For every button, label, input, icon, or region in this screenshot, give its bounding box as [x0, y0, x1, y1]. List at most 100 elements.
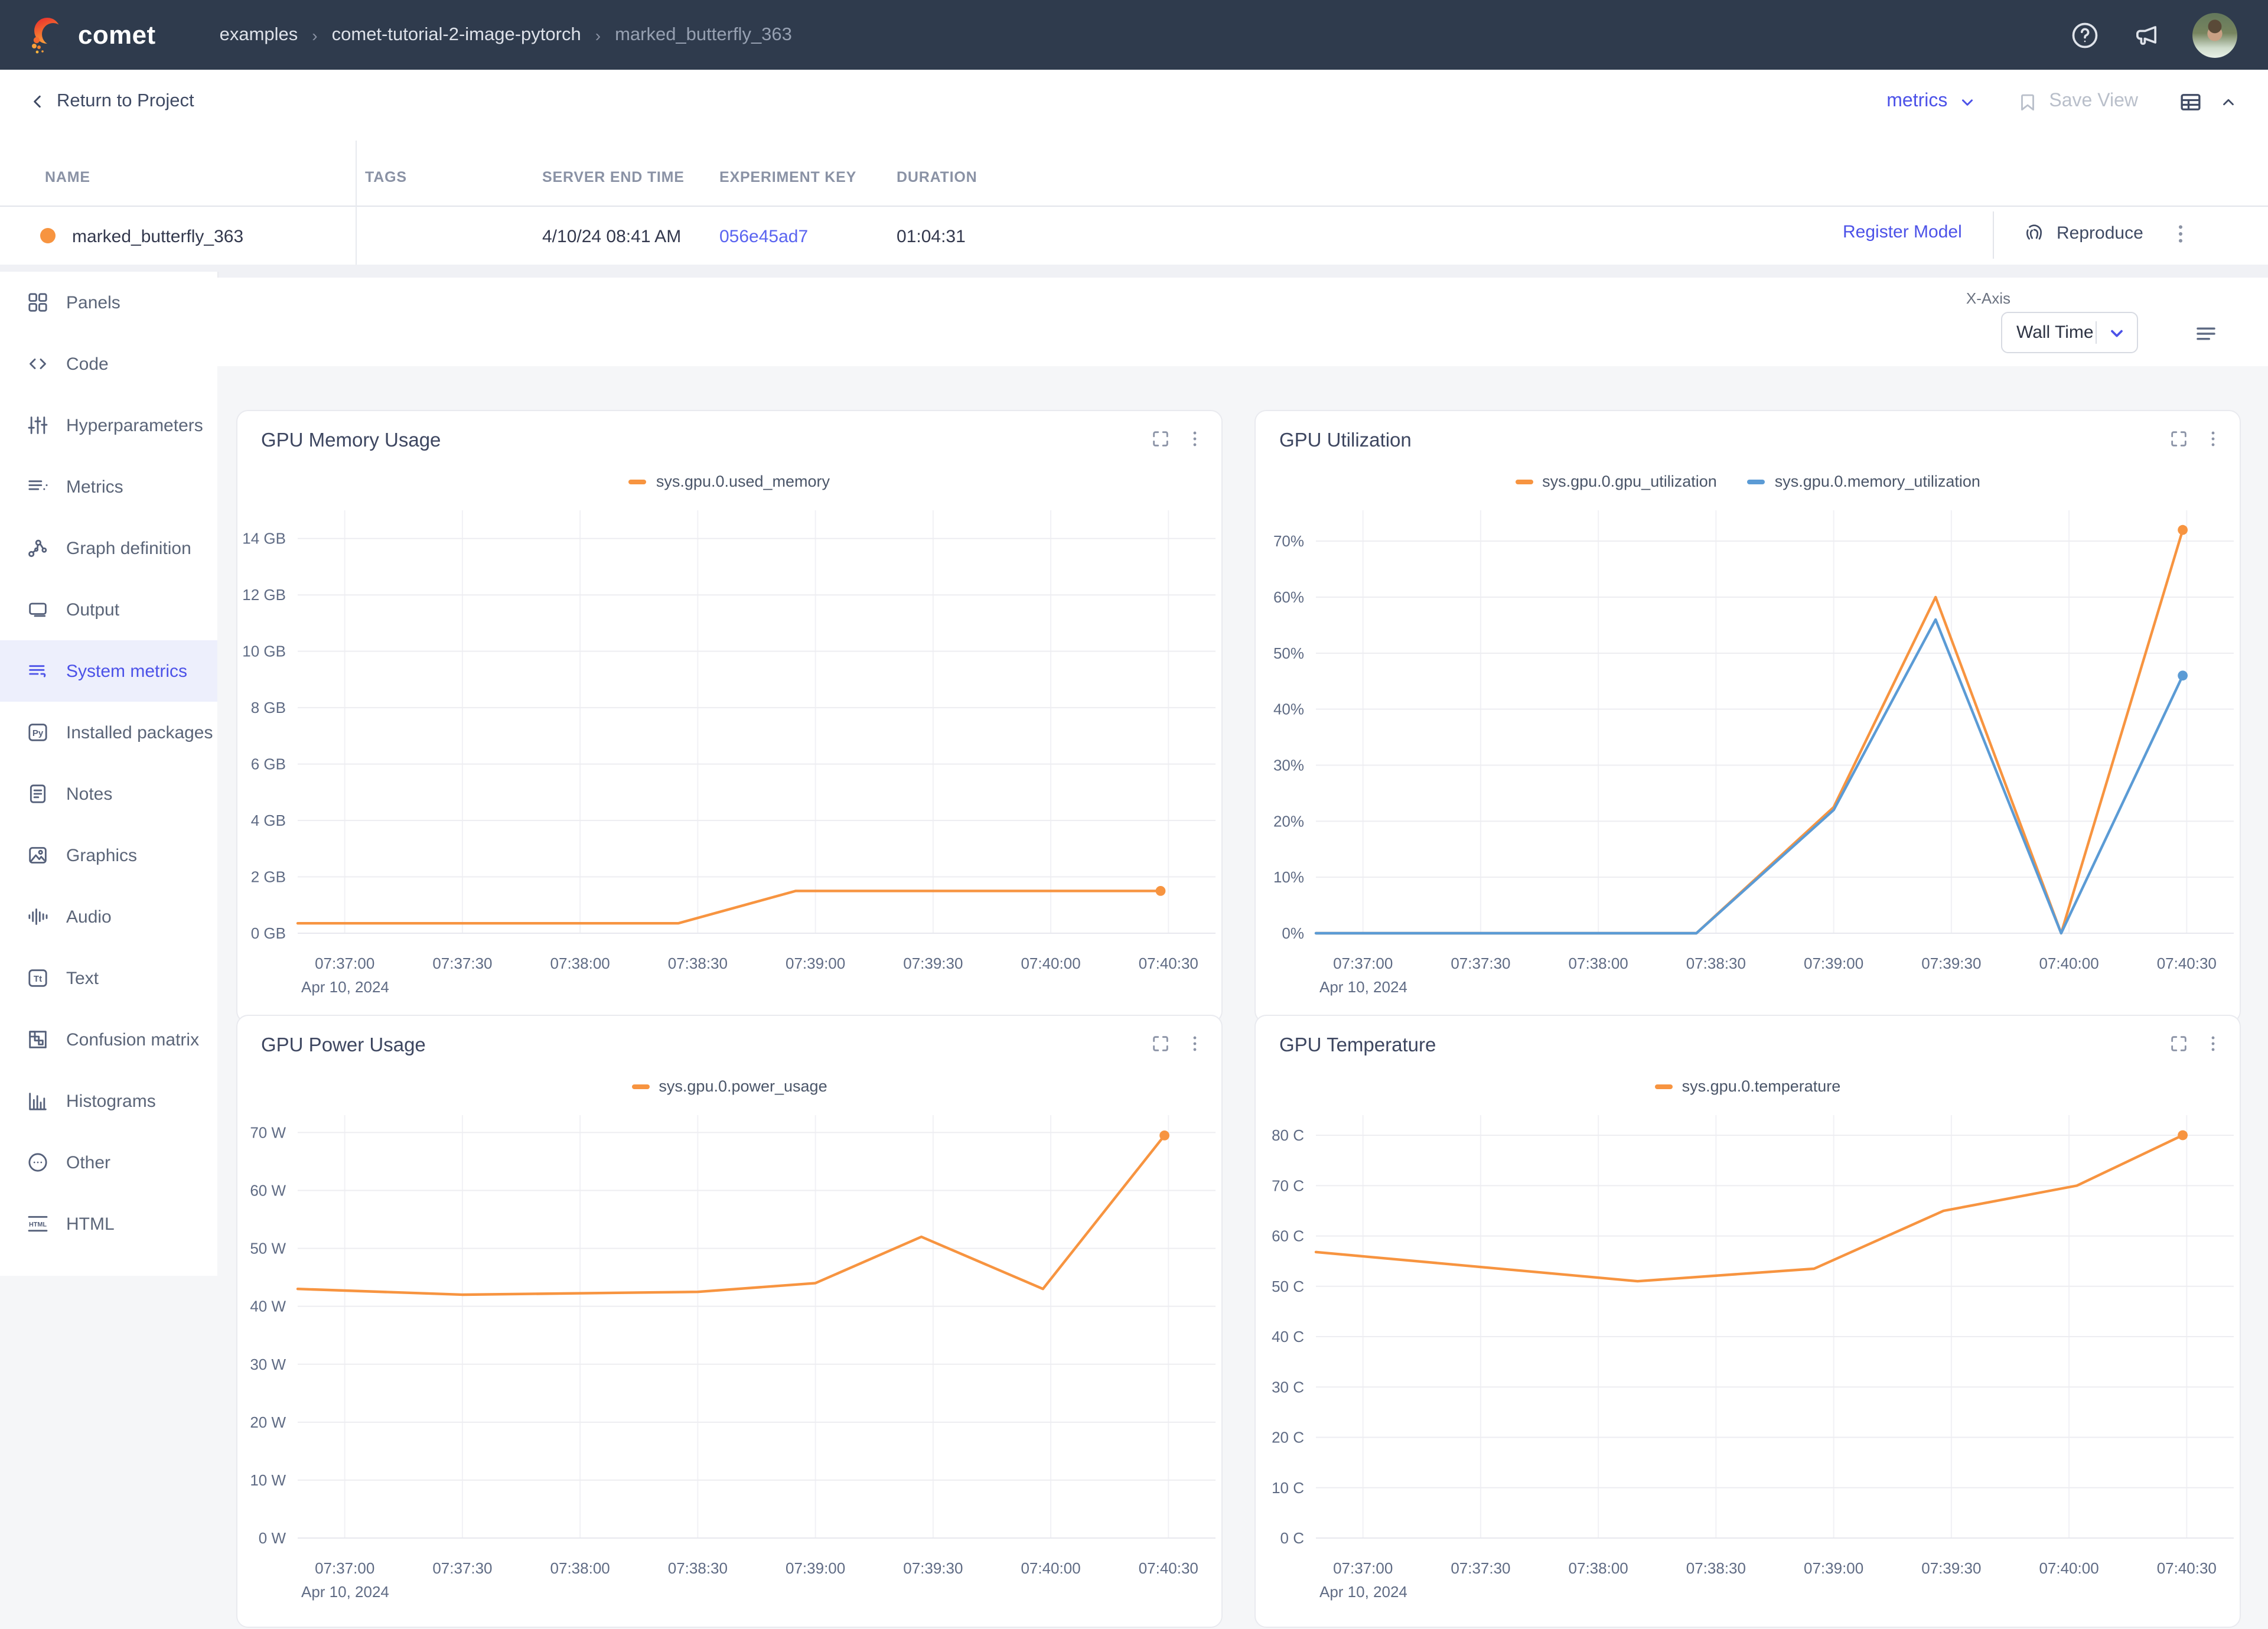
svg-text:07:38:30: 07:38:30: [668, 1559, 728, 1577]
comet-logo[interactable]: comet: [26, 15, 156, 55]
svg-text:60 W: 60 W: [250, 1182, 286, 1200]
svg-text:6 GB: 6 GB: [251, 755, 286, 773]
system-metrics-charts: GPU Memory Usagesys.gpu.0.used_memory0 G…: [217, 366, 2268, 1276]
table-icon[interactable]: [2178, 89, 2203, 114]
svg-text:10 C: 10 C: [1272, 1479, 1304, 1497]
sidebar-item-label: Metrics: [66, 477, 123, 497]
svg-text:10%: 10%: [1273, 868, 1304, 886]
column-header-duration: DURATION: [897, 169, 977, 185]
comet-experiment-page: comet examples › comet-tutorial-2-image-…: [0, 0, 2268, 1276]
server-end-time-value: 4/10/24 08:41 AM: [542, 227, 681, 247]
svg-text:Apr 10, 2024: Apr 10, 2024: [301, 978, 389, 996]
sidebar-item-html[interactable]: HTMLHTML: [0, 1193, 217, 1255]
svg-text:07:40:00: 07:40:00: [1021, 1559, 1080, 1577]
sidebar-item-installed-packages[interactable]: Py Installed packages: [0, 702, 217, 763]
svg-text:07:37:30: 07:37:30: [1451, 954, 1510, 972]
duration-value: 01:04:31: [897, 227, 966, 247]
chart-controls-band: X-Axis Wall Time: [217, 278, 2268, 367]
sidebar-item-label: System metrics: [66, 661, 187, 681]
sidebar-item-audio[interactable]: Audio: [0, 886, 217, 947]
chart-panel-gpu-temperature: GPU Temperaturesys.gpu.0.temperature0 C1…: [1254, 1015, 2241, 1628]
svg-text:07:40:00: 07:40:00: [2039, 1559, 2098, 1577]
image-icon: [26, 843, 50, 867]
sidebar-item-system-metrics[interactable]: System metrics: [0, 640, 217, 702]
sidebar-item-label: Confusion matrix: [66, 1029, 199, 1050]
sidebar-item-panels[interactable]: Panels: [0, 272, 217, 333]
user-avatar[interactable]: [2192, 12, 2237, 57]
sidebar-item-histograms[interactable]: Histograms: [0, 1070, 217, 1132]
fingerprint-icon: [2022, 221, 2046, 245]
row-kebab-menu-icon[interactable]: [2169, 221, 2192, 247]
svg-text:0 GB: 0 GB: [251, 924, 286, 942]
svg-text:0 W: 0 W: [259, 1529, 286, 1547]
svg-text:70%: 70%: [1273, 532, 1304, 550]
experiment-name[interactable]: marked_butterfly_363: [72, 227, 243, 247]
sidebar-item-output[interactable]: Output: [0, 579, 217, 640]
svg-text:8 GB: 8 GB: [251, 699, 286, 716]
sidebar-item-confusion-matrix[interactable]: Confusion matrix: [0, 1009, 217, 1070]
sidebar-item-label: Audio: [66, 907, 112, 927]
graph-nodes-icon: [26, 536, 50, 560]
sidebar-item-code[interactable]: Code: [0, 333, 217, 395]
chart-panel-gpu-memory-usage: GPU Memory Usagesys.gpu.0.used_memory0 G…: [236, 410, 1223, 1023]
svg-text:Py: Py: [32, 728, 44, 738]
top-navigation-bar: comet examples › comet-tutorial-2-image-…: [0, 0, 2268, 70]
register-model-button[interactable]: Register Model: [1843, 222, 1962, 242]
megaphone-icon[interactable]: [2131, 19, 2162, 50]
chart-gpu-power-usage-plot: 0 W10 W20 W30 W40 W50 W60 W70 W07:37:00A…: [237, 1016, 1224, 1629]
svg-text:Apr 10, 2024: Apr 10, 2024: [1319, 1583, 1407, 1601]
svg-text:40%: 40%: [1273, 701, 1304, 718]
sidebar-item-label: Notes: [66, 784, 112, 804]
sidebar-item-hyperparameters[interactable]: Hyperparameters: [0, 395, 217, 456]
svg-text:50 C: 50 C: [1272, 1278, 1304, 1295]
svg-text:07:37:00: 07:37:00: [315, 954, 374, 972]
save-view-label: Save View: [2049, 91, 2138, 112]
breadcrumb-project[interactable]: comet-tutorial-2-image-pytorch: [332, 24, 581, 45]
svg-text:07:37:00: 07:37:00: [1333, 954, 1393, 972]
svg-text:07:40:00: 07:40:00: [1021, 954, 1080, 972]
system-metrics-icon: [26, 659, 50, 683]
hamburger-icon[interactable]: [2194, 321, 2218, 346]
sidebar-item-notes[interactable]: Notes: [0, 763, 217, 825]
svg-text:40 C: 40 C: [1272, 1328, 1304, 1345]
svg-text:07:39:30: 07:39:30: [1921, 954, 1981, 972]
svg-text:07:37:00: 07:37:00: [1333, 1559, 1393, 1577]
return-to-project-button[interactable]: Return to Project: [28, 70, 194, 133]
svg-text:60 C: 60 C: [1272, 1227, 1304, 1245]
svg-text:10 W: 10 W: [250, 1471, 286, 1489]
section-divider-strip: [0, 265, 2268, 278]
svg-text:70 C: 70 C: [1272, 1177, 1304, 1194]
view-selector-dropdown[interactable]: metrics: [1886, 91, 1976, 112]
sidebar-item-label: Output: [66, 600, 119, 620]
help-icon[interactable]: [2070, 19, 2100, 50]
sidebar-item-other[interactable]: Other: [0, 1132, 217, 1193]
svg-text:50 W: 50 W: [250, 1240, 286, 1257]
svg-text:07:39:00: 07:39:00: [1804, 1559, 1863, 1577]
breadcrumb-project-group[interactable]: examples: [220, 24, 298, 45]
svg-text:20%: 20%: [1273, 812, 1304, 830]
logo-text: comet: [78, 19, 156, 50]
reproduce-button[interactable]: Reproduce: [2022, 221, 2143, 245]
chevron-right-icon: ›: [595, 25, 601, 44]
sidebar-item-graph-definition[interactable]: Graph definition: [0, 517, 217, 579]
chevron-up-icon[interactable]: [2220, 93, 2237, 110]
svg-text:Apr 10, 2024: Apr 10, 2024: [301, 1583, 389, 1601]
waveform-icon: [26, 905, 50, 928]
x-axis-selected-value: Wall Time: [2016, 322, 2096, 343]
reproduce-label: Reproduce: [2057, 223, 2143, 243]
experiment-toolbar: Return to Project metrics Save View: [0, 70, 2268, 135]
x-axis-dropdown[interactable]: Wall Time: [2001, 312, 2138, 353]
output-window-icon: [26, 598, 50, 621]
svg-text:07:37:30: 07:37:30: [1451, 1559, 1510, 1577]
sidebar-item-label: Installed packages: [66, 722, 213, 742]
svg-text:07:39:30: 07:39:30: [903, 954, 963, 972]
svg-text:07:38:00: 07:38:00: [550, 954, 610, 972]
svg-text:20 W: 20 W: [250, 1413, 286, 1431]
sidebar-item-metrics[interactable]: Metrics: [0, 456, 217, 517]
svg-text:30 C: 30 C: [1272, 1378, 1304, 1396]
experiment-key-link[interactable]: 056e45ad7: [719, 227, 808, 247]
chart-gpu-utilization-plot: 0%10%20%30%40%50%60%70%07:37:00Apr 10, 2…: [1256, 411, 2242, 1024]
save-view-button[interactable]: Save View: [2016, 90, 2138, 113]
sidebar-item-text[interactable]: TtText: [0, 947, 217, 1009]
sidebar-item-graphics[interactable]: Graphics: [0, 825, 217, 886]
